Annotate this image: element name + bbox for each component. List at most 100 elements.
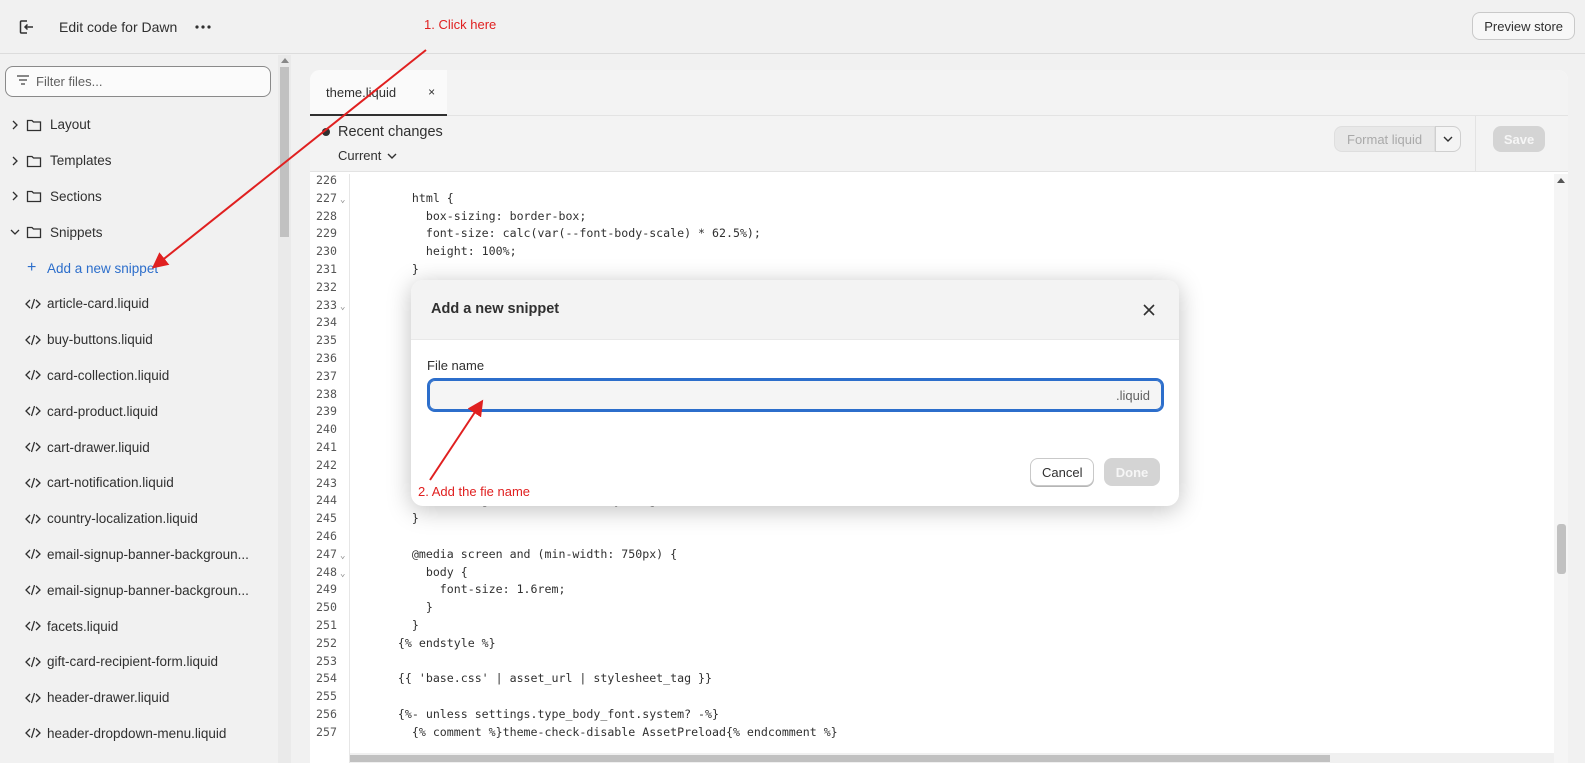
chevron-down-icon — [387, 148, 397, 163]
file-name-field[interactable]: .liquid — [427, 378, 1164, 412]
code-line: 245 } — [310, 509, 1540, 527]
code-file-icon — [25, 477, 41, 489]
snippet-file-item[interactable]: email-signup-banner-backgroun... — [0, 572, 278, 608]
horizontal-scrollbar[interactable] — [350, 753, 1554, 763]
file-label: card-collection.liquid — [47, 367, 170, 383]
snippet-file-item[interactable]: gift-card-recipient-form.liquid — [0, 644, 278, 680]
more-actions-icon[interactable] — [191, 15, 215, 39]
code-file-icon — [25, 548, 41, 560]
cancel-button[interactable]: Cancel — [1030, 458, 1095, 486]
line-number: 253 — [316, 653, 337, 668]
folder-snippets[interactable]: Snippets — [0, 214, 278, 250]
file-label: gift-card-recipient-form.liquid — [47, 654, 219, 670]
code-line: 230 height: 100%; — [310, 242, 1540, 260]
code-line: 249 font-size: 1.6rem; — [310, 580, 1540, 598]
line-number: 255 — [316, 689, 337, 704]
line-number: 229 — [316, 226, 337, 241]
chevron-down-icon — [1443, 136, 1453, 142]
snippet-file-item[interactable]: facets.liquid — [0, 608, 278, 644]
file-extension-suffix: .liquid — [1116, 387, 1150, 403]
snippet-file-item[interactable]: cart-notification.liquid — [0, 465, 278, 501]
line-number: 252 — [316, 635, 337, 650]
code-text: {% endstyle %} — [370, 635, 496, 650]
close-tab-icon[interactable]: × — [428, 85, 435, 99]
filter-files-field[interactable] — [5, 66, 271, 97]
line-number: 245 — [316, 511, 337, 526]
line-number: 234 — [316, 315, 337, 330]
sidebar-scrollbar[interactable] — [278, 55, 291, 763]
code-file-icon — [25, 584, 41, 596]
code-text: } — [370, 600, 433, 615]
snippet-file-item[interactable]: card-product.liquid — [0, 393, 278, 429]
annotation-step-2: 2. Add the fie name — [418, 484, 531, 499]
line-number: 250 — [316, 600, 337, 615]
format-liquid-group: Format liquid — [1334, 126, 1462, 152]
file-label: email-signup-banner-backgroun... — [47, 582, 249, 598]
add-snippet-link[interactable]: + Add a new snippet — [0, 250, 278, 286]
filter-files-input[interactable] — [36, 74, 256, 89]
line-number: 242 — [316, 457, 337, 472]
folder-sections[interactable]: Sections — [0, 179, 278, 215]
file-label: cart-drawer.liquid — [47, 439, 150, 455]
line-number: 227 — [316, 190, 337, 205]
editor-scrollbar[interactable] — [1554, 174, 1568, 763]
code-text: height: 100%; — [370, 244, 517, 259]
code-file-icon — [25, 692, 41, 704]
chevron-right-icon — [8, 191, 22, 201]
file-label: cart-notification.liquid — [47, 475, 174, 491]
modal-header: Add a new snippet — [411, 280, 1179, 340]
changes-bar: Recent changes Current Format liquid Sav… — [310, 116, 1568, 172]
recent-changes-title: Recent changes — [338, 124, 443, 140]
scrollbar-thumb[interactable] — [280, 67, 289, 237]
code-text: html { — [370, 190, 454, 205]
folder-templates[interactable]: Templates — [0, 143, 278, 179]
file-label: card-product.liquid — [47, 403, 159, 419]
folder-label: Templates — [50, 153, 112, 169]
snippet-file-item[interactable]: header-drawer.liquid — [0, 680, 278, 716]
file-sidebar: Layout Templates Sections Snippets + Add… — [0, 55, 278, 763]
code-line: 250 } — [310, 598, 1540, 616]
file-label: country-localization.liquid — [47, 511, 198, 527]
close-icon[interactable] — [1139, 300, 1159, 320]
snippet-file-item[interactable]: email-signup-banner-backgroun... — [0, 537, 278, 573]
version-selector[interactable]: Current — [338, 148, 397, 163]
filter-icon — [16, 74, 30, 89]
save-button[interactable]: Save — [1493, 126, 1545, 152]
folder-label: Sections — [50, 188, 102, 204]
plus-icon: + — [27, 259, 37, 277]
file-name-input[interactable] — [429, 381, 1117, 409]
code-file-icon — [25, 405, 41, 417]
code-text: font-size: 1.6rem; — [370, 582, 566, 597]
line-number: 226 — [316, 173, 337, 187]
line-number: 254 — [316, 671, 337, 686]
format-liquid-button[interactable]: Format liquid — [1334, 126, 1436, 152]
code-line: 228 box-sizing: border-box; — [310, 207, 1540, 225]
file-name-label: File name — [427, 358, 485, 373]
code-text: } — [370, 618, 419, 632]
snippet-file-item[interactable]: header-dropdown-menu.liquid — [0, 716, 278, 752]
snippet-file-item[interactable]: card-collection.liquid — [0, 358, 278, 394]
scrollbar-thumb[interactable] — [1557, 524, 1566, 574]
divider — [1475, 116, 1476, 172]
snippet-file-item[interactable]: cart-drawer.liquid — [0, 429, 278, 465]
code-line: 251 } — [310, 616, 1540, 634]
code-text: } — [370, 511, 419, 526]
format-options-button[interactable] — [1435, 126, 1462, 152]
preview-store-button[interactable]: Preview store — [1472, 12, 1575, 40]
line-number: 246 — [316, 529, 337, 543]
code-line: 254 {{ 'base.css' | asset_url | styleshe… — [310, 669, 1540, 687]
folder-layout[interactable]: Layout — [0, 107, 278, 143]
code-line: 257 {% comment %}theme-check-disable Ass… — [310, 723, 1540, 741]
modal-title: Add a new snippet — [431, 301, 560, 317]
code-text: } — [370, 262, 419, 276]
chevron-right-icon — [8, 120, 22, 130]
snippet-file-item[interactable]: buy-buttons.liquid — [0, 322, 278, 358]
code-file-icon — [25, 620, 41, 632]
done-button[interactable]: Done — [1104, 458, 1160, 486]
exit-icon[interactable] — [12, 13, 40, 41]
snippet-file-item[interactable]: article-card.liquid — [0, 286, 278, 322]
code-line: 255 — [310, 687, 1540, 705]
snippet-file-item[interactable]: country-localization.liquid — [0, 501, 278, 537]
code-line: 252 {% endstyle %} — [310, 634, 1540, 652]
tab-theme-liquid[interactable]: theme.liquid × — [310, 70, 447, 116]
